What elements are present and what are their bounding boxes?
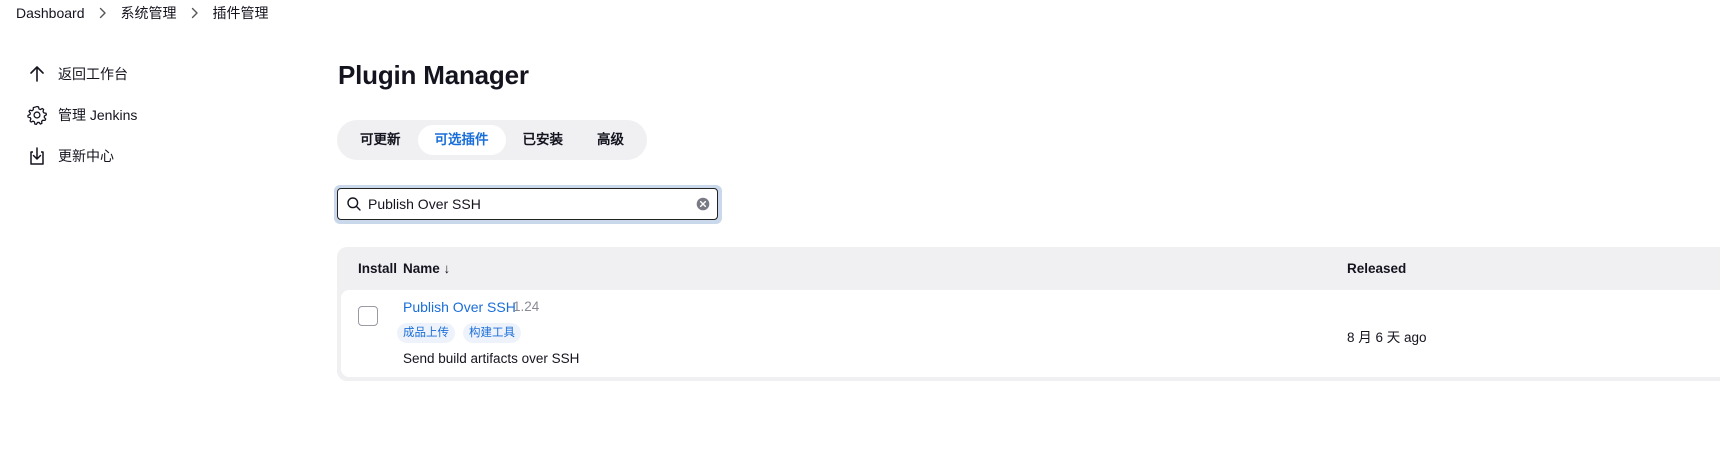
clear-icon[interactable] [696,197,710,211]
sidebar-item-label: 管理 Jenkins [58,107,138,123]
sidebar-item-manage-jenkins[interactable]: 管理 Jenkins [26,101,266,129]
plugin-released: 8 月 6 天 ago [1347,330,1427,345]
plugin-version: 1.24 [513,299,540,314]
sidebar-item-update-center[interactable]: 更新中心 [26,142,266,170]
tab-updates[interactable]: 可更新 [343,125,418,155]
tab-installed[interactable]: 已安装 [506,125,581,155]
table-header: Install Name ↓ Released [337,247,1720,290]
install-checkbox[interactable] [358,306,378,326]
column-header-install: Install [358,261,398,276]
breadcrumb-plugin-management[interactable]: 插件管理 [213,3,269,23]
download-icon [26,145,48,167]
breadcrumb: Dashboard 系统管理 插件管理 [16,4,269,22]
column-header-name[interactable]: Name ↓ [403,261,450,276]
search-box [337,188,718,220]
table-row: Publish Over SSH 1.24 成品上传 构建工具 Send bui… [341,290,1720,377]
tab-advanced[interactable]: 高级 [580,125,641,155]
breadcrumb-dashboard[interactable]: Dashboard [16,5,85,21]
arrow-up-icon [26,63,48,85]
sidebar-item-back-to-dashboard[interactable]: 返回工作台 [26,60,266,88]
plugin-name-link[interactable]: Publish Over SSH [403,299,516,315]
search-icon [346,196,362,212]
plugin-tabs: 可更新 可选插件 已安装 高级 [337,120,647,160]
gear-icon [26,104,48,126]
plugin-description: Send build artifacts over SSH [403,351,580,366]
tab-available-plugins[interactable]: 可选插件 [417,125,506,155]
plugin-tags: 成品上传 构建工具 [397,323,529,343]
sidebar-item-label: 返回工作台 [58,66,128,82]
search-focus-ring [334,185,722,224]
breadcrumb-system-management[interactable]: 系统管理 [121,3,177,23]
tag-artifact-upload[interactable]: 成品上传 [397,323,455,343]
tag-build-tools[interactable]: 构建工具 [463,323,521,343]
chevron-right-icon [99,7,107,19]
sidebar: 返回工作台 管理 Jenkins 更新中心 [26,60,266,183]
column-header-released[interactable]: Released [1347,261,1406,276]
search-input[interactable] [368,196,688,212]
chevron-right-icon [191,7,199,19]
page-title: Plugin Manager [338,60,529,90]
plugins-table: Install Name ↓ Released Publish Over SSH… [337,247,1720,381]
sidebar-item-label: 更新中心 [58,148,114,164]
